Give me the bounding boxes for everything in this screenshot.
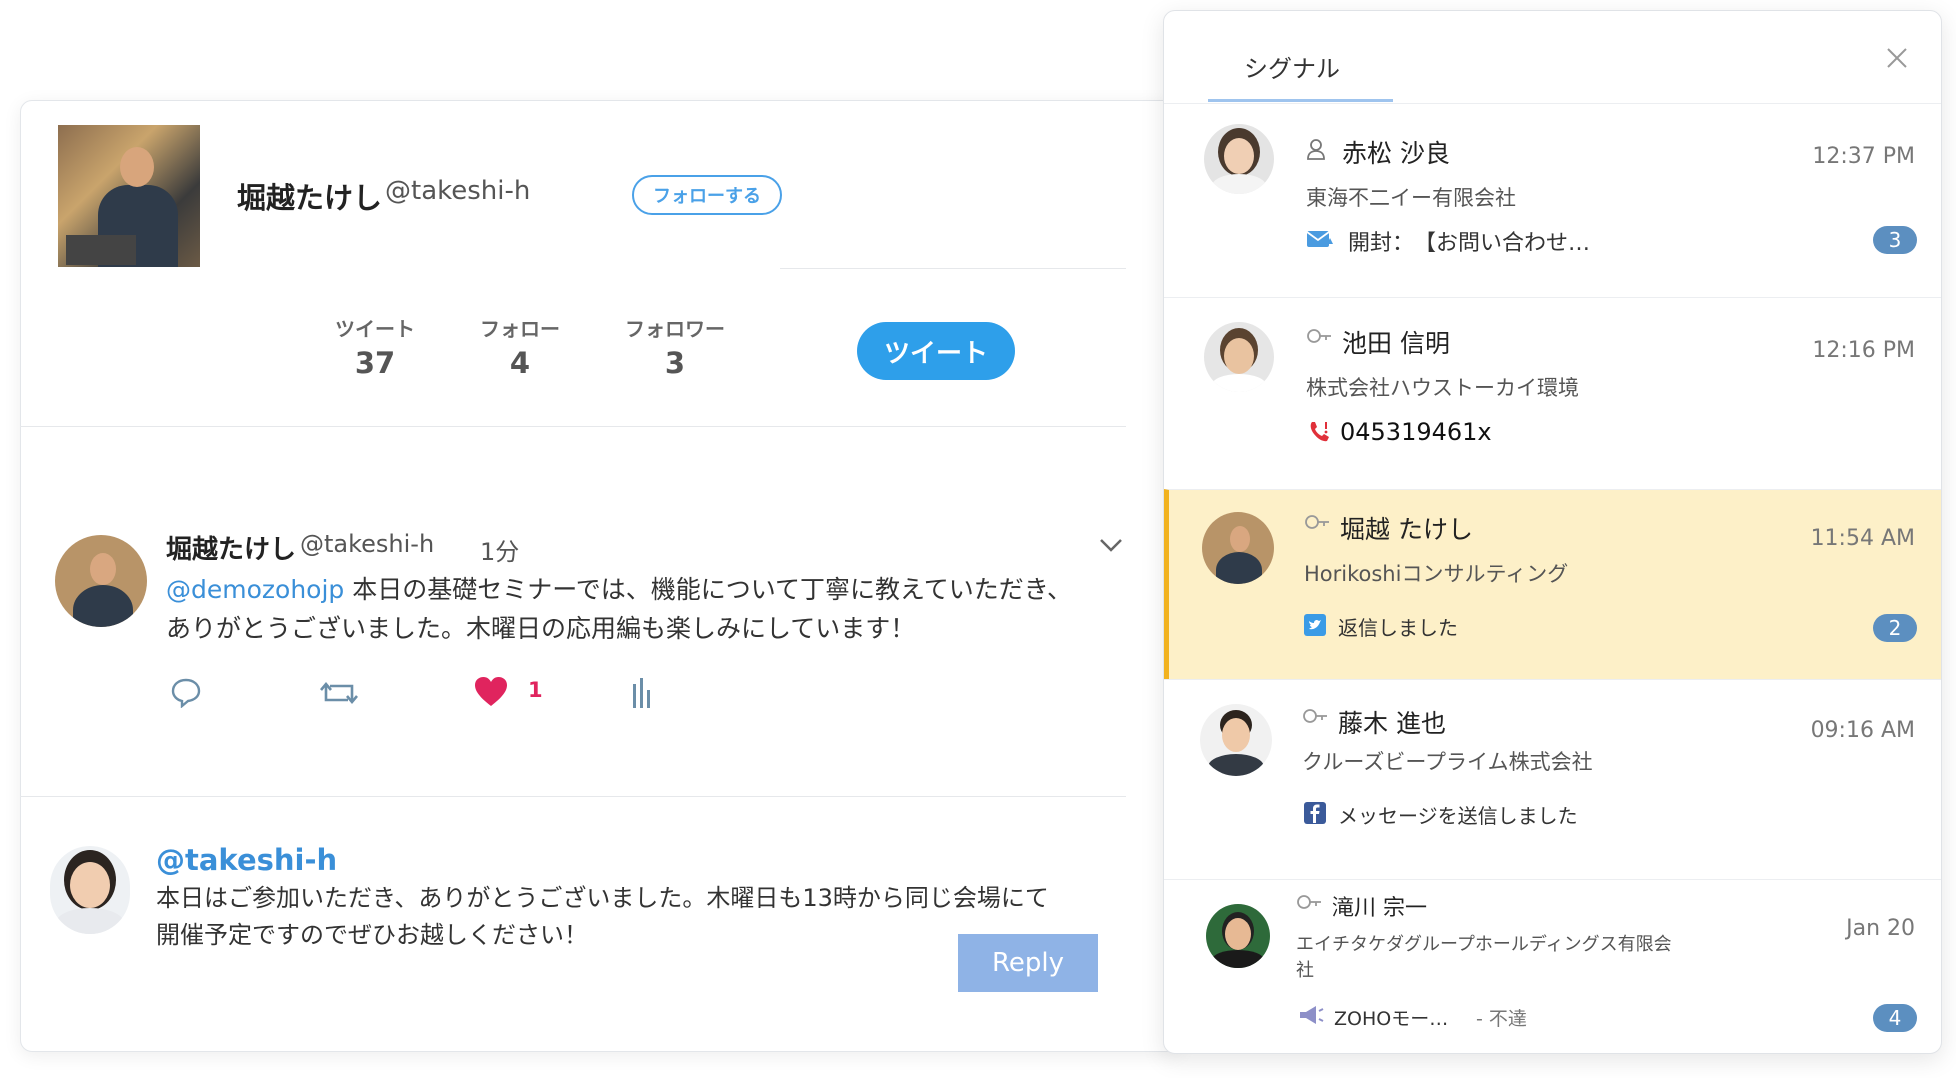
tweet-text-line1: 本日の基礎セミナーでは、機能について丁寧に教えていただき、 [344, 575, 1072, 604]
stat-value: 4 [509, 346, 531, 380]
count-badge: 2 [1873, 614, 1917, 642]
person-icon [1307, 139, 1325, 160]
profile-avatar[interactable] [58, 125, 200, 267]
count-badge: 3 [1873, 226, 1917, 254]
tweet-author-handle[interactable]: @takeshi-h [300, 530, 434, 558]
signal-item[interactable]: 赤松 沙良 12:37 PM 東海不二イー有限会社 開封： 【お問い合わせ… 3 [1164, 103, 1941, 298]
reply-button[interactable]: Reply [958, 934, 1098, 992]
contact-name: 藤木 進也 [1338, 709, 1446, 738]
count-badge: 4 [1873, 1004, 1917, 1032]
contact-company-line2: 社 [1296, 960, 1314, 981]
signal-item[interactable]: 池田 信明 12:16 PM 株式会社ハウストーカイ環境 045319461x [1164, 297, 1941, 490]
contact-name: 堀越 たけし [1340, 515, 1473, 544]
contact-avatar [1206, 904, 1270, 968]
signal-message: メッセージを送信しました [1338, 804, 1578, 828]
profile-handle: @takeshi-h [385, 176, 531, 206]
profile-name: 堀越たけし [237, 181, 383, 215]
signal-time: 12:16 PM [1812, 338, 1915, 363]
tab-signals[interactable]: シグナル [1244, 49, 1340, 84]
contact-company: クルーズビープライム株式会社 [1302, 750, 1593, 774]
contact-company: 株式会社ハウストーカイ環境 [1306, 376, 1579, 400]
tweet-avatar[interactable] [55, 535, 147, 627]
contact-name: 池田 信明 [1342, 329, 1450, 358]
facebook-icon [1304, 802, 1326, 824]
tweet-time: 1分 [480, 538, 520, 566]
missed-call-icon [1310, 422, 1329, 442]
signal-message: 返信しました [1338, 616, 1458, 640]
stat-value: 37 [354, 346, 396, 380]
contact-company: 東海不二イー有限会社 [1306, 186, 1516, 210]
heart-icon[interactable] [474, 676, 508, 708]
stat-tweets[interactable]: ツイート 37 [325, 313, 425, 380]
contact-name: 赤松 沙良 [1342, 139, 1450, 168]
follow-button[interactable]: フォローする [632, 175, 782, 215]
signal-item-active[interactable]: 堀越 たけし 11:54 AM Horikoshiコンサルティング 返信しました… [1164, 489, 1941, 679]
twitter-icon [1304, 614, 1326, 636]
like-count: 1 [528, 678, 543, 702]
divider [20, 426, 1126, 427]
reply-icon[interactable] [170, 676, 202, 708]
stat-label: ツイート [335, 317, 415, 341]
divider [780, 268, 1126, 269]
signal-time: Jan 20 [1846, 916, 1915, 941]
contact-company: Horikoshiコンサルティング [1304, 562, 1569, 586]
signal-item[interactable]: 藤木 進也 09:16 AM クルーズビープライム株式会社 メッセージを送信しま… [1164, 679, 1941, 880]
signal-message: 045319461x [1340, 418, 1492, 446]
reply-avatar [50, 846, 130, 934]
analytics-icon[interactable] [630, 676, 654, 708]
chevron-down-icon[interactable] [1098, 536, 1124, 554]
reply-text-line1: 本日はご参加いただき、ありがとうございました。木曜日も13時から同じ会場にて [156, 884, 1049, 912]
signal-time: 12:37 PM [1812, 144, 1915, 169]
tweet-mention-link[interactable]: @demozohojp [166, 575, 344, 604]
signal-time: 09:16 AM [1810, 718, 1915, 743]
contact-avatar [1204, 124, 1274, 194]
contact-avatar [1204, 322, 1274, 392]
tweet-author-name[interactable]: 堀越たけし [166, 529, 296, 566]
signals-panel: シグナル 赤松 沙良 12:37 PM 東海不二イー有限会社 開封： 【お問い合… [1163, 10, 1942, 1054]
tweet-text: @demozohojp 本日の基礎セミナーでは、機能について丁寧に教えていただき… [166, 570, 1116, 648]
signal-item[interactable]: 滝川 宗一 Jan 20 エイチタケダグループホールディングス有限会 社 ZOH… [1164, 879, 1941, 1053]
tweet-button[interactable]: ツイート [857, 322, 1015, 380]
contact-avatar [1202, 512, 1274, 584]
stat-value: 3 [664, 346, 686, 380]
contact-name: 滝川 宗一 [1332, 896, 1427, 921]
signal-message: 開封： 【お問い合わせ… [1348, 231, 1591, 256]
contact-company-line1: エイチタケダグループホールディングス有限会 [1296, 934, 1672, 955]
signal-time: 11:54 AM [1810, 526, 1915, 551]
signal-message: ZOHOモー… [1334, 1008, 1449, 1030]
contact-company: エイチタケダグループホールディングス有限会 社 [1296, 932, 1672, 984]
signal-icon [1297, 895, 1321, 909]
signal-icon [1305, 515, 1329, 529]
tab-active-indicator [1208, 99, 1393, 102]
email-open-icon [1306, 231, 1333, 247]
signal-message-suffix: - 不達 [1476, 1008, 1527, 1030]
retweet-icon[interactable] [320, 678, 358, 708]
signal-icon [1307, 329, 1331, 343]
stat-label: フォロワー [625, 317, 725, 341]
stat-label: フォロー [480, 317, 560, 341]
stat-followers[interactable]: フォロワー 3 [610, 313, 740, 380]
campaign-icon [1300, 1006, 1324, 1024]
tweet-text-line2: ありがとうございました。木曜日の応用編も楽しみにしています！ [166, 614, 916, 643]
divider [20, 796, 1126, 797]
contact-avatar [1200, 704, 1272, 776]
reply-handle[interactable]: @takeshi-h [156, 843, 337, 877]
stat-following[interactable]: フォロー 4 [470, 313, 570, 380]
signal-icon [1303, 709, 1327, 723]
close-icon[interactable] [1886, 47, 1908, 69]
reply-text-line2: 開催予定ですのでぜひお越しください！ [156, 921, 588, 949]
